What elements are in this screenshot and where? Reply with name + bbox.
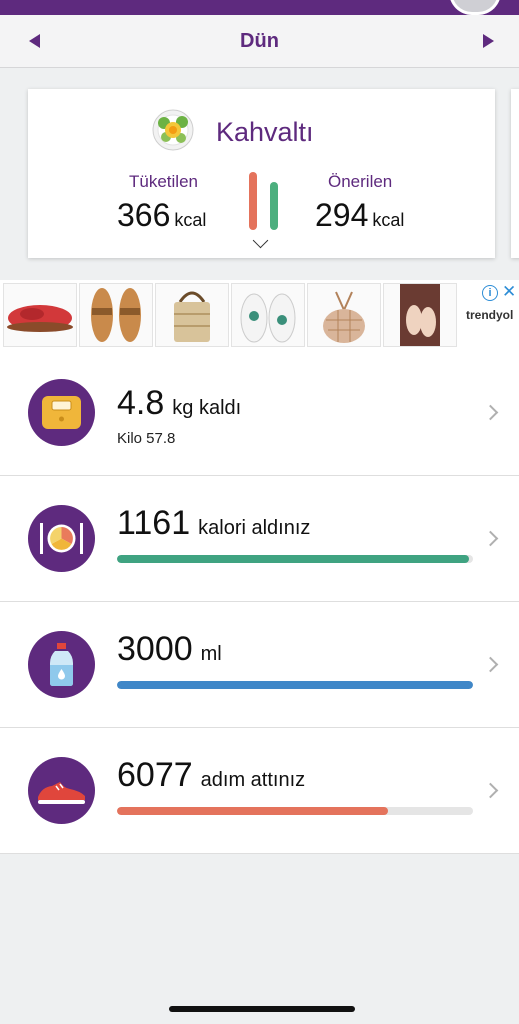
water-row[interactable]: 3000 ml bbox=[0, 602, 519, 728]
recommended-value: 294 kcal bbox=[315, 197, 404, 234]
chevron-right-icon bbox=[482, 656, 499, 673]
status-bar bbox=[0, 0, 519, 15]
steps-progress-fill bbox=[117, 807, 388, 815]
steps-row[interactable]: 6077 adım attınız bbox=[0, 728, 519, 854]
ad-banner[interactable]: i ✕ trendyol bbox=[0, 280, 519, 351]
consumed-bar bbox=[249, 172, 257, 230]
breakfast-plate-icon bbox=[152, 109, 194, 151]
weight-remaining-label: kg kaldı bbox=[172, 397, 242, 419]
steps-summary: 6077 adım attınız bbox=[117, 756, 305, 795]
weight-summary: 4.8 kg kaldı bbox=[117, 384, 241, 423]
steps-label: adım attınız bbox=[200, 769, 306, 791]
plate-icon bbox=[28, 505, 95, 572]
sneaker-icon bbox=[28, 757, 95, 824]
ad-product-net-bag[interactable] bbox=[307, 283, 381, 347]
consumed-value: 366 kcal bbox=[117, 197, 206, 234]
ad-close-icon[interactable]: ✕ bbox=[502, 282, 516, 302]
summary-list: 4.8 kg kaldı Kilo 57.8 1161 kalori aldınız… bbox=[0, 350, 519, 854]
next-meal-card[interactable] bbox=[511, 89, 519, 258]
calories-progress-bar bbox=[117, 555, 473, 563]
calories-label: kalori aldınız bbox=[198, 517, 311, 539]
consumed-number: 366 bbox=[117, 197, 171, 233]
chevron-right-icon bbox=[482, 530, 499, 547]
calories-value: 1161 bbox=[117, 504, 191, 542]
recommended-label: Önerilen bbox=[328, 172, 393, 191]
date-navigation: Dün bbox=[0, 15, 519, 68]
steps-progress-bar bbox=[117, 807, 473, 815]
consumed-unit: kcal bbox=[174, 210, 207, 230]
home-indicator bbox=[169, 1006, 355, 1012]
recommended-unit: kcal bbox=[372, 210, 405, 230]
weight-remaining-value: 4.8 bbox=[117, 384, 165, 422]
water-progress-bar bbox=[117, 681, 473, 689]
ad-product-straw-bag[interactable] bbox=[155, 283, 229, 347]
ad-product-red-clog[interactable] bbox=[3, 283, 77, 347]
scale-icon bbox=[28, 379, 95, 446]
water-summary: 3000 ml bbox=[117, 630, 222, 669]
ad-product-flat-sandal[interactable] bbox=[383, 283, 457, 347]
ad-product-printed-sneakers[interactable] bbox=[231, 283, 305, 347]
steps-value: 6077 bbox=[117, 756, 193, 794]
meal-card-breakfast[interactable]: Kahvaltı Tüketilen 366 kcal Önerilen 294 k… bbox=[28, 89, 495, 258]
expand-chevron-icon[interactable] bbox=[252, 232, 269, 249]
ad-info-icon[interactable]: i bbox=[482, 285, 498, 301]
next-day-arrow-icon[interactable] bbox=[483, 34, 494, 48]
calories-row[interactable]: 1161 kalori aldınız bbox=[0, 476, 519, 602]
weight-row[interactable]: 4.8 kg kaldı Kilo 57.8 bbox=[0, 350, 519, 476]
calories-summary: 1161 kalori aldınız bbox=[117, 504, 310, 543]
water-value: 3000 bbox=[117, 630, 193, 668]
date-title: Dün bbox=[240, 30, 279, 52]
recommended-number: 294 bbox=[315, 197, 369, 233]
calories-progress-fill bbox=[117, 555, 470, 563]
ad-product-brown-sandal[interactable] bbox=[79, 283, 153, 347]
water-unit: ml bbox=[200, 643, 222, 665]
ad-brand: trendyol bbox=[466, 308, 514, 322]
consumed-label: Tüketilen bbox=[129, 172, 198, 191]
current-weight-text: Kilo 57.8 bbox=[117, 430, 176, 447]
water-bottle-icon bbox=[28, 631, 95, 698]
chevron-right-icon bbox=[482, 782, 499, 799]
water-progress-fill bbox=[117, 681, 473, 689]
recommended-bar bbox=[270, 182, 278, 230]
chevron-right-icon bbox=[482, 404, 499, 421]
meal-title: Kahvaltı bbox=[216, 117, 314, 147]
